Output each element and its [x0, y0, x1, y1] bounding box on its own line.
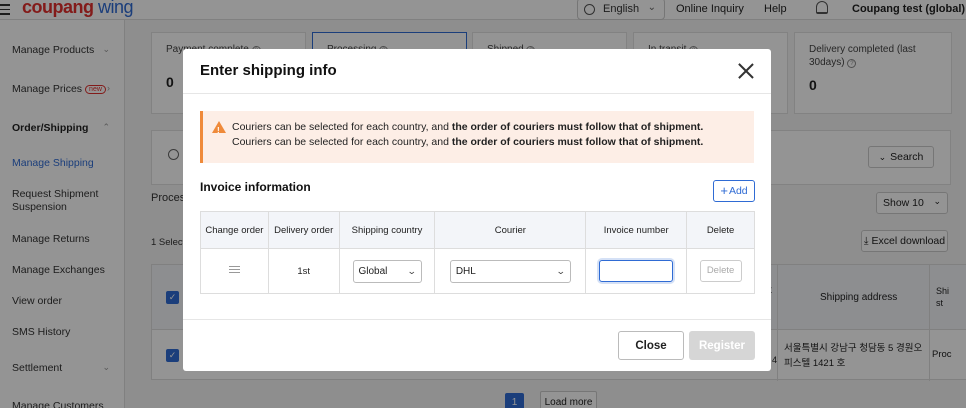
column-header-delete: Delete [686, 211, 755, 249]
column-header-shipping-country: Shipping country [338, 211, 436, 249]
table-header-row: Change order Delivery order Shipping cou… [200, 211, 755, 249]
column-header-invoice-number: Invoice number [585, 211, 688, 249]
column-header-change-order: Change order [200, 211, 269, 249]
shipping-info-modal: Enter shipping info ! Couriers can be se… [183, 49, 771, 371]
drag-handle-icon[interactable] [228, 264, 240, 276]
invoice-number-input[interactable] [599, 260, 674, 282]
notice-line: Couriers can be selected for each countr… [232, 135, 754, 150]
shipping-country-value: Global [358, 265, 388, 277]
column-header-delivery-order: Delivery order [267, 211, 340, 249]
notice-text: Couriers can be selected for each countr… [232, 136, 452, 148]
notice-line: Couriers can be selected for each countr… [232, 120, 754, 135]
warning-icon: ! [212, 121, 226, 135]
notice-text: Couriers can be selected for each countr… [232, 121, 452, 133]
invoice-number-cell [585, 248, 688, 294]
courier-value: DHL [455, 265, 476, 277]
chevron-down-icon: ⌄ [406, 265, 417, 276]
column-header-courier: Courier [434, 211, 587, 249]
modal-footer: Close Register [183, 319, 771, 371]
close-icon[interactable] [736, 61, 756, 81]
invoice-section-title: Invoice information [200, 180, 311, 194]
notice-banner: ! Couriers can be selected for each coun… [200, 111, 754, 163]
courier-cell: DHL ⌄ [434, 248, 587, 294]
shipping-country-cell: Global ⌄ [338, 248, 436, 294]
plus-icon: + [720, 183, 728, 198]
courier-select[interactable]: DHL ⌄ [449, 259, 571, 283]
add-button[interactable]: + Add [713, 180, 755, 202]
modal-header: Enter shipping info [183, 49, 771, 94]
delivery-order-cell: 1st [267, 248, 340, 294]
invoice-table: Change order Delivery order Shipping cou… [200, 211, 755, 294]
notice-emphasis: the order of couriers must follow that o… [451, 136, 704, 148]
notice-emphasis: the order of couriers must follow that o… [451, 121, 704, 133]
delete-cell: Delete [686, 248, 755, 294]
add-label: Add [728, 185, 748, 197]
modal-title: Enter shipping info [200, 62, 337, 79]
table-row: 1st Global ⌄ DHL ⌄ Delete [200, 248, 755, 294]
chevron-down-icon: ⌄ [556, 265, 566, 276]
register-button[interactable]: Register [689, 331, 755, 360]
shipping-country-select[interactable]: Global ⌄ [352, 259, 422, 283]
delete-button[interactable]: Delete [699, 260, 742, 282]
close-button[interactable]: Close [618, 331, 684, 360]
change-order-cell [200, 248, 269, 294]
